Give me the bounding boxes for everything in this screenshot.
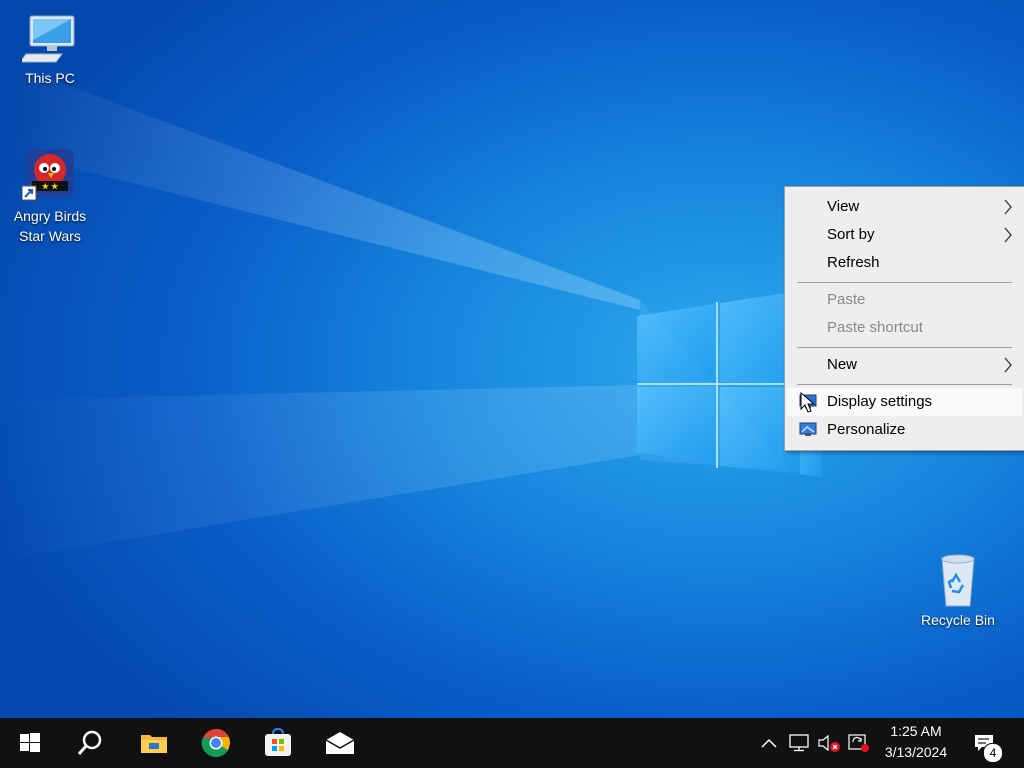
notification-count-badge: 4	[983, 743, 1003, 763]
volume-muted-icon	[818, 734, 840, 752]
file-explorer-button[interactable]	[124, 718, 184, 768]
file-explorer-icon	[141, 735, 167, 753]
menu-item-sort-by-label: Sort by	[827, 226, 875, 243]
microsoft-store-icon	[265, 728, 291, 756]
menu-item-display-settings-label: Display settings	[827, 393, 933, 410]
chevron-right-icon	[1004, 199, 1012, 215]
angry-birds-star-wars-icon: ★ ★	[21, 148, 78, 204]
menu-item-personalize[interactable]: Personalize	[787, 416, 1022, 444]
desktop-background[interactable]: This PC ★ ★ Angry Birds Star Wars Recycl…	[0, 0, 1024, 718]
network-icon	[789, 734, 809, 752]
angry-birds-star-wars-label: Angry Birds Star Wars	[13, 208, 87, 244]
menu-separator	[797, 347, 1012, 348]
start-button[interactable]	[0, 718, 60, 768]
menu-item-view-label: View	[827, 198, 860, 215]
clock-time: 1:25 AM	[890, 723, 942, 739]
menu-item-display-settings[interactable]: Display settings	[787, 388, 1022, 416]
menu-item-paste-label: Paste	[827, 291, 866, 308]
search-button[interactable]	[60, 718, 120, 768]
menu-item-sort-by[interactable]: Sort by	[787, 221, 1022, 249]
volume-button[interactable]	[816, 718, 842, 768]
menu-item-new[interactable]: New	[787, 351, 1022, 379]
microsoft-store-button[interactable]	[248, 718, 308, 768]
taskbar: 1:25 AM 3/13/2024 4	[0, 718, 1024, 768]
menu-item-personalize-label: Personalize	[827, 421, 906, 438]
recycle-bin-icon	[930, 552, 986, 608]
mail-icon	[325, 732, 355, 754]
svg-text:★ ★: ★ ★	[42, 182, 59, 191]
chevron-right-icon	[1004, 357, 1012, 373]
search-icon	[77, 730, 102, 755]
menu-item-paste[interactable]: Paste	[787, 286, 1022, 314]
menu-separator	[797, 282, 1012, 283]
computer-icon	[19, 10, 78, 66]
menu-item-new-label: New	[827, 356, 858, 373]
recycle-bin-label: Recycle Bin	[921, 612, 995, 628]
chevron-up-icon	[761, 738, 777, 748]
chevron-right-icon	[1004, 227, 1012, 243]
menu-separator	[797, 384, 1012, 385]
mouse-cursor-icon	[800, 392, 816, 413]
menu-item-refresh-label: Refresh	[827, 254, 880, 271]
update-icon	[848, 734, 869, 752]
clock-date: 3/13/2024	[884, 744, 948, 760]
recycle-bin-desktop-icon[interactable]: Recycle Bin	[910, 552, 1006, 630]
this-pc-label: This PC	[25, 70, 75, 86]
menu-item-view[interactable]: View	[787, 193, 1022, 221]
taskbar-clock[interactable]: 1:25 AM 3/13/2024	[872, 721, 960, 765]
start-icon	[20, 733, 40, 752]
menu-item-paste-shortcut[interactable]: Paste shortcut	[787, 314, 1022, 342]
angry-birds-star-wars-desktop-icon[interactable]: ★ ★ Angry Birds Star Wars	[2, 148, 98, 246]
personalize-icon	[799, 422, 817, 436]
menu-item-refresh[interactable]: Refresh	[787, 249, 1022, 277]
this-pc-desktop-icon[interactable]: This PC	[2, 10, 98, 88]
chrome-button[interactable]	[186, 718, 246, 768]
update-button[interactable]	[846, 718, 872, 768]
menu-item-paste-shortcut-label: Paste shortcut	[827, 319, 923, 336]
show-hidden-icons-button[interactable]	[756, 718, 782, 768]
chrome-icon	[201, 728, 230, 757]
mail-button[interactable]	[310, 718, 370, 768]
desktop-context-menu: View Sort by Refresh Paste Paste shortcu…	[784, 186, 1024, 451]
network-button[interactable]	[786, 718, 812, 768]
